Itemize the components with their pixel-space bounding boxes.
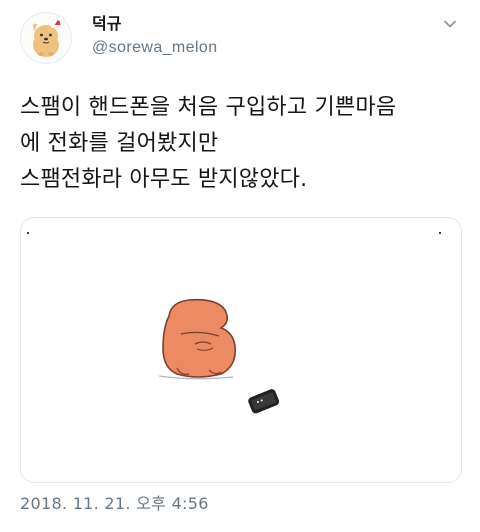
tweet-text-line: 스팸이 핸드폰을 처음 구입하고 기쁜마음 [20, 95, 397, 120]
author-names: 덕규 @sorewa_melon [92, 14, 218, 58]
tweet-header: 덕규 @sorewa_melon [20, 10, 460, 66]
user-handle[interactable]: @sorewa_melon [92, 38, 218, 58]
avatar[interactable] [20, 12, 72, 64]
chevron-down-icon[interactable] [442, 16, 458, 32]
tweet-text-line: 에 전화를 걸어봤지만 [20, 131, 219, 156]
dog-character-avatar-icon [32, 16, 63, 57]
tweet-text-line: 스팸전화라 아무도 받지않았다. [20, 167, 308, 192]
tweet-media-image[interactable] [20, 217, 462, 483]
cartoon-illustration [27, 232, 441, 414]
tweet-timestamp[interactable]: 2018. 11. 21. 오후 4:56 [20, 494, 209, 514]
display-name[interactable]: 덕규 [92, 14, 218, 34]
tweet-text: 스팸이 핸드폰을 처음 구입하고 기쁜마음 에 전화를 걸어봤지만 스팸전화라 … [20, 90, 465, 198]
